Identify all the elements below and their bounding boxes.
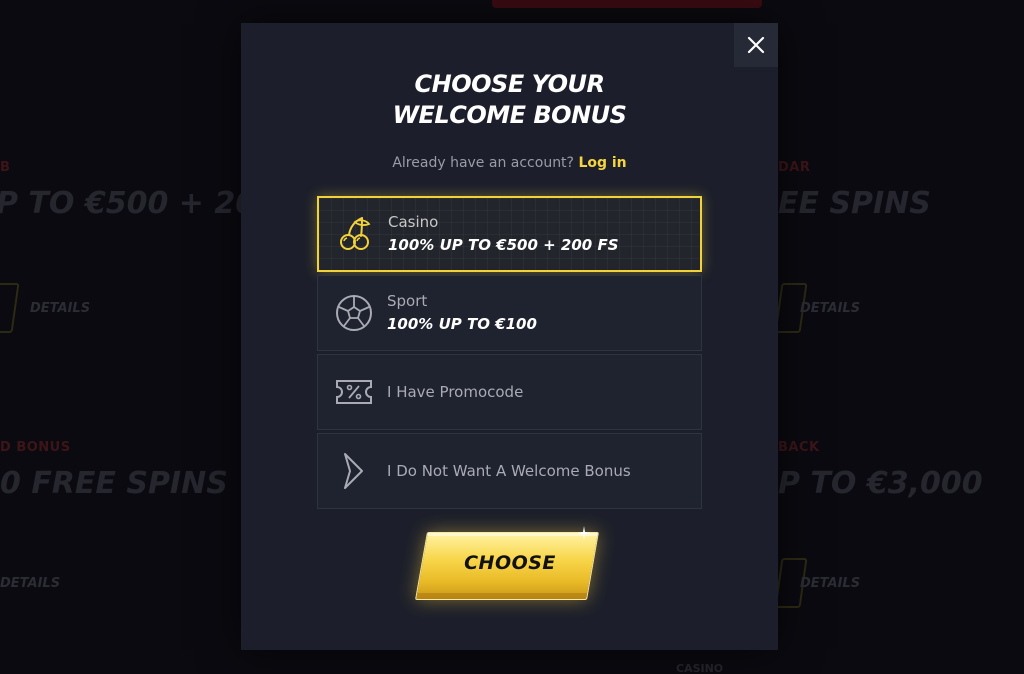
- bg-card-label: CASINO: [676, 662, 724, 674]
- option-title: I Have Promocode: [387, 383, 524, 401]
- option-promocode[interactable]: I Have Promocode: [317, 354, 702, 430]
- modal-title: CHOOSE YOUR WELCOME BONUS: [241, 69, 778, 131]
- bg-card-offer: EE SPINS: [778, 186, 931, 221]
- choose-button-wrap: CHOOSE: [415, 526, 603, 608]
- ticket-percent-icon: [336, 380, 372, 404]
- bg-card-label: DAR: [778, 160, 811, 175]
- bg-card-details: DETAILS: [0, 576, 61, 591]
- close-icon: [747, 36, 765, 54]
- option-no-bonus[interactable]: I Do Not Want A Welcome Bonus: [317, 433, 702, 509]
- bg-card-label: D BONUS: [0, 440, 71, 455]
- bg-card-details: DETAILS: [800, 576, 861, 591]
- background-red-bar: [492, 0, 762, 8]
- modal-title-line2: WELCOME BONUS: [392, 101, 627, 129]
- bg-card-details: DETAILS: [30, 301, 91, 316]
- option-title: Sport: [387, 292, 428, 310]
- option-casino[interactable]: Casino 100% UP TO €500 + 200 FS: [317, 196, 702, 272]
- option-title: Casino: [388, 213, 439, 231]
- modal-title-line1: CHOOSE YOUR: [414, 70, 605, 98]
- bg-card-offer: 0 FREE SPINS: [0, 466, 228, 501]
- option-subtitle: 100% UP TO €500 + 200 FS: [388, 236, 619, 254]
- bg-card-offer: P TO €500 + 200: [0, 186, 277, 221]
- bg-card-details: DETAILS: [800, 301, 861, 316]
- choose-button-label: CHOOSE: [464, 552, 556, 574]
- bonus-options-list: Casino 100% UP TO €500 + 200 FS Sport 10…: [317, 196, 702, 512]
- option-title: I Do Not Want A Welcome Bonus: [387, 462, 631, 480]
- bg-card-offer: P TO €3,000: [778, 466, 983, 501]
- cherries-icon: [340, 217, 371, 250]
- option-sport[interactable]: Sport 100% UP TO €100: [317, 275, 702, 351]
- sparkle-icon: [577, 526, 591, 540]
- account-prompt: Already have an account?: [392, 155, 574, 171]
- welcome-bonus-modal: CHOOSE YOUR WELCOME BONUS Already have a…: [241, 23, 778, 650]
- login-link[interactable]: Log in: [578, 155, 626, 171]
- soccer-ball-icon: [336, 295, 372, 331]
- bg-card-label: B: [0, 160, 11, 175]
- bg-card-label: BACK: [778, 440, 820, 455]
- account-prompt-line: Already have an account? Log in: [241, 155, 778, 171]
- bg-card-button: [0, 283, 20, 333]
- close-button[interactable]: [734, 23, 778, 67]
- chevron-right-icon: [344, 453, 363, 489]
- option-subtitle: 100% UP TO €100: [387, 315, 537, 333]
